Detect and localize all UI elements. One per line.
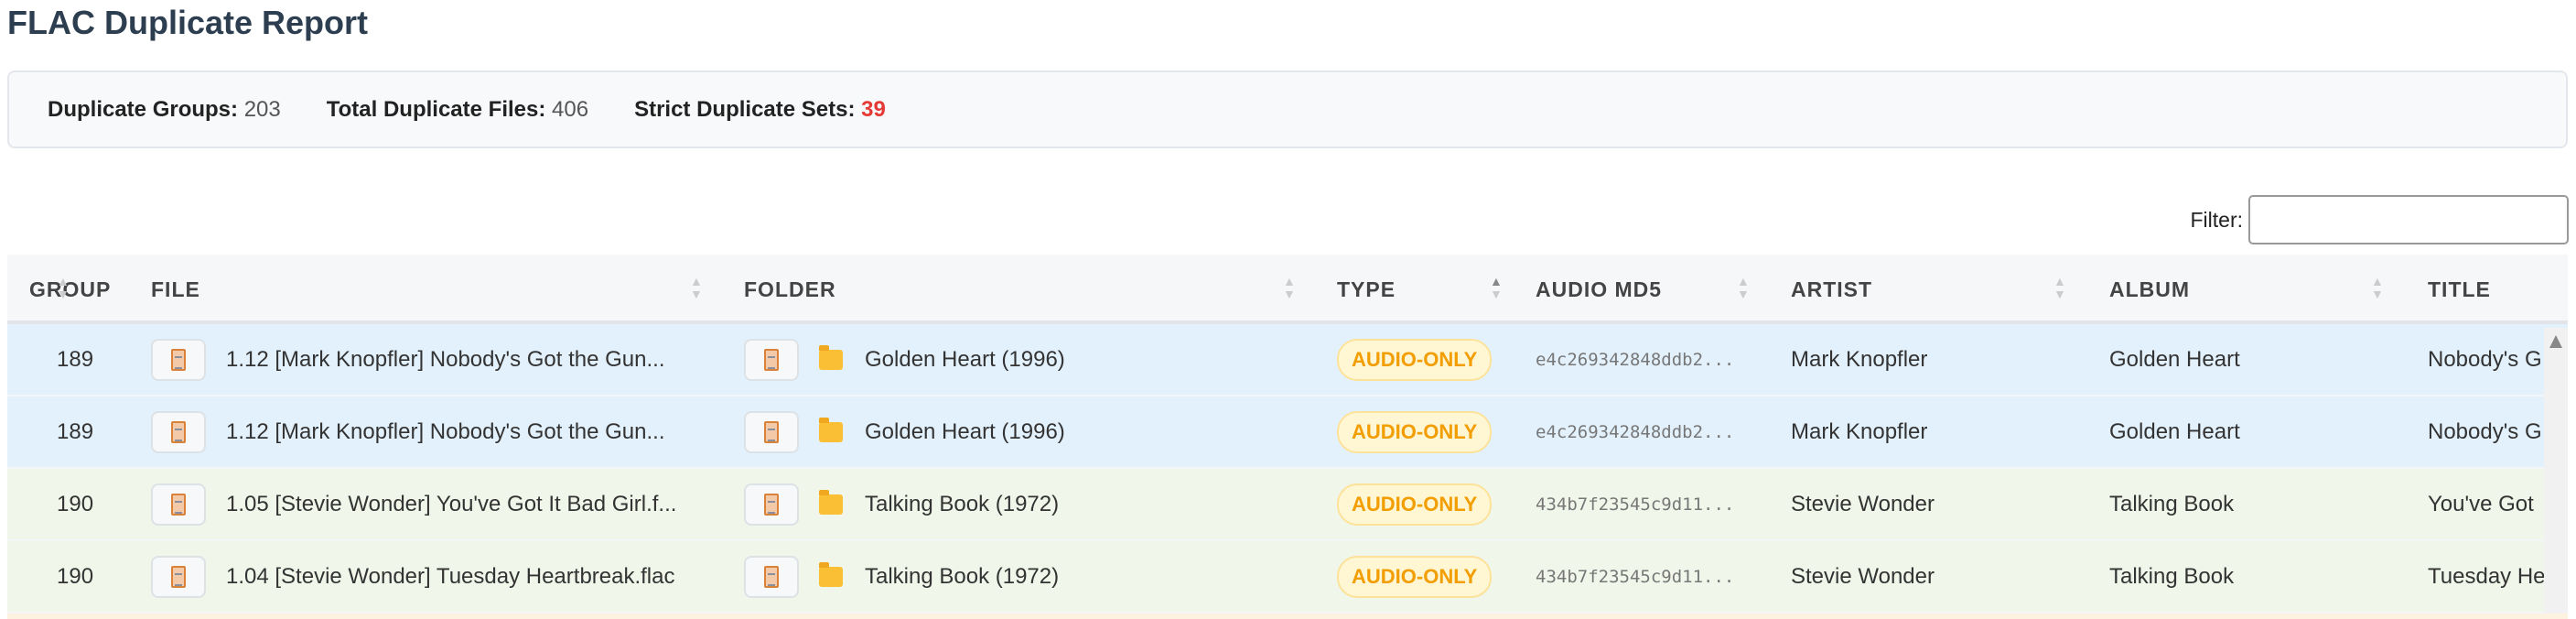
table-row[interactable]: 190 1.04 [Stevie Wonder] Tuesday Heartbr… [7,541,2568,614]
copy-file-button[interactable] [151,483,206,526]
sort-arrows-icon[interactable]: ▲ ▼ [57,275,70,300]
strict-sets-stat: Strict Duplicate Sets: 39 [634,96,886,122]
column-header-title[interactable]: TITLE [2428,255,2491,324]
file-name: 1.12 [Mark Knopfler] Nobody's Got the Gu… [226,346,665,372]
vertical-scrollbar[interactable] [2544,328,2568,619]
page-title: FLAC Duplicate Report [7,4,369,41]
copy-folder-button[interactable] [744,483,799,526]
type-badge: AUDIO-ONLY [1337,338,1493,381]
filter-input[interactable] [2248,195,2569,244]
type-cell: AUDIO-ONLY [1337,541,1493,612]
title-cell: Tuesday He [2428,563,2546,589]
table-row[interactable]: 190 1.05 [Stevie Wonder] You've Got It B… [7,469,2568,541]
duplicate-groups-stat: Duplicate Groups: 203 [48,96,281,122]
next-row-edge [7,614,2568,619]
type-cell: AUDIO-ONLY [1337,324,1493,395]
filter-box: Filter: [2190,195,2569,244]
album-cell: Talking Book [2109,491,2235,516]
album-cell: Golden Heart [2109,346,2240,372]
clipboard-icon [171,565,186,588]
copy-folder-button[interactable] [744,410,799,453]
clipboard-icon [171,493,186,516]
title-cell: Nobody's G [2428,346,2542,372]
file-cell: 1.04 [Stevie Wonder] Tuesday Heartbreak.… [151,541,675,612]
title-cell: Nobody's G [2428,418,2542,444]
copy-file-button[interactable] [151,338,206,381]
type-badge: AUDIO-ONLY [1337,483,1493,526]
copy-folder-button[interactable] [744,338,799,381]
clipboard-icon [764,348,779,371]
clipboard-icon [171,348,186,371]
copy-file-button[interactable] [151,555,206,598]
clipboard-icon [764,565,779,588]
folder-icon[interactable] [819,417,843,442]
clipboard-icon [171,420,186,443]
file-cell: 1.12 [Mark Knopfler] Nobody's Got the Gu… [151,396,665,467]
copy-folder-button[interactable] [744,555,799,598]
md5-cell: e4c269342848ddb2... [1536,421,1735,442]
title-cell: You've Got [2428,491,2534,516]
sort-arrows-icon[interactable]: ▲ ▼ [1490,275,1503,300]
sort-arrows-icon[interactable]: ▲ ▼ [2053,275,2066,300]
sort-arrows-icon[interactable]: ▲ ▼ [1283,275,1296,300]
column-header-type[interactable]: TYPE [1337,255,1396,324]
summary-panel: Duplicate Groups: 203 Total Duplicate Fi… [7,71,2568,148]
artist-cell: Stevie Wonder [1791,491,1935,516]
folder-icon[interactable] [819,489,843,515]
column-header-file[interactable]: FILE [151,255,200,324]
sort-arrows-icon[interactable]: ▲ ▼ [1737,275,1750,300]
file-cell: 1.12 [Mark Knopfler] Nobody's Got the Gu… [151,324,665,395]
column-header-md5[interactable]: AUDIO MD5 [1536,255,1662,324]
copy-file-button[interactable] [151,410,206,453]
filter-label: Filter: [2190,207,2244,232]
table-body: 189 1.12 [Mark Knopfler] Nobody's Got th… [7,324,2568,614]
sort-arrows-icon[interactable]: ▲ ▼ [2371,275,2384,300]
file-name: 1.05 [Stevie Wonder] You've Got It Bad G… [226,491,677,516]
group-cell: 190 [57,491,94,516]
clipboard-icon [764,493,779,516]
type-badge: AUDIO-ONLY [1337,410,1493,453]
group-cell: 189 [57,346,94,372]
folder-name[interactable]: Talking Book (1972) [865,492,1059,517]
type-badge: AUDIO-ONLY [1337,555,1493,598]
table-header: GROUP FILE FOLDER TYPE AUDIO MD5 ARTIST ALBUM T… [7,255,2568,324]
file-cell: 1.05 [Stevie Wonder] You've Got It Bad G… [151,469,676,539]
folder-name[interactable]: Golden Heart (1996) [865,347,1065,373]
album-cell: Golden Heart [2109,418,2240,444]
artist-cell: Mark Knopfler [1791,346,1928,372]
table-row[interactable]: 189 1.12 [Mark Knopfler] Nobody's Got th… [7,324,2568,396]
type-cell: AUDIO-ONLY [1337,469,1493,539]
folder-cell: Golden Heart (1996) [744,396,1065,467]
artist-cell: Stevie Wonder [1791,563,1935,589]
folder-icon[interactable] [819,561,843,587]
column-header-group[interactable]: GROUP [29,255,111,324]
folder-icon[interactable] [819,344,843,370]
album-cell: Talking Book [2109,563,2235,589]
table-row[interactable]: 189 1.12 [Mark Knopfler] Nobody's Got th… [7,396,2568,469]
sort-arrows-icon[interactable]: ▲ ▼ [690,275,703,300]
duplicates-table: GROUP FILE FOLDER TYPE AUDIO MD5 ARTIST ALBUM T… [7,255,2568,619]
type-cell: AUDIO-ONLY [1337,396,1493,467]
column-header-artist[interactable]: ARTIST [1791,255,1872,324]
file-name: 1.12 [Mark Knopfler] Nobody's Got the Gu… [226,418,665,444]
column-header-album[interactable]: ALBUM [2109,255,2190,324]
clipboard-icon [764,420,779,443]
md5-cell: 434b7f23545c9d11... [1536,494,1735,515]
md5-cell: 434b7f23545c9d11... [1536,566,1735,587]
column-header-folder[interactable]: FOLDER [744,255,836,324]
file-name: 1.04 [Stevie Wonder] Tuesday Heartbreak.… [226,563,675,589]
artist-cell: Mark Knopfler [1791,418,1928,444]
folder-cell: Talking Book (1972) [744,469,1059,539]
folder-name[interactable]: Talking Book (1972) [865,564,1059,590]
md5-cell: e4c269342848ddb2... [1536,349,1735,370]
folder-cell: Golden Heart (1996) [744,324,1065,395]
group-cell: 190 [57,563,94,589]
folder-cell: Talking Book (1972) [744,541,1059,612]
group-cell: 189 [57,418,94,444]
folder-name[interactable]: Golden Heart (1996) [865,419,1065,445]
total-files-stat: Total Duplicate Files: 406 [326,96,589,122]
